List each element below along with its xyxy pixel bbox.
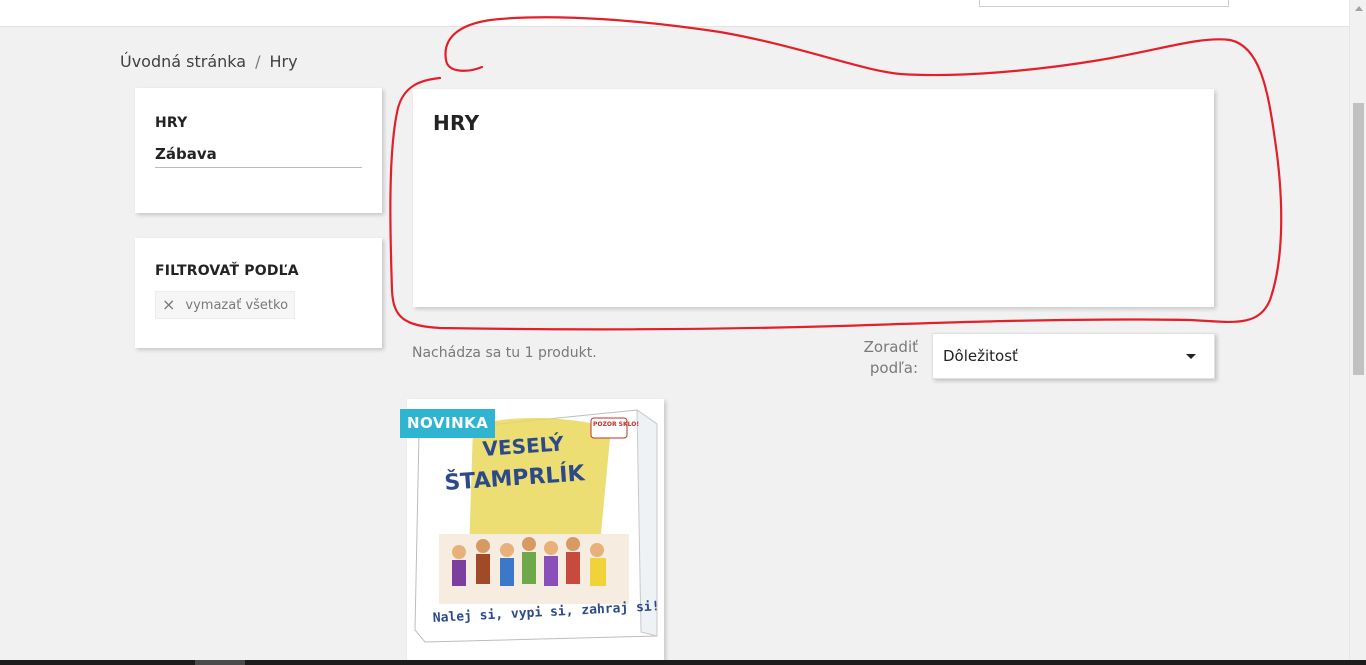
search-input[interactable]: [979, 0, 1229, 7]
scroll-up-icon[interactable]: [1355, 6, 1363, 11]
category-block: HRY Zábava: [135, 88, 382, 213]
chevron-down-icon: [1186, 353, 1196, 359]
new-badge: NOVINKA: [400, 409, 496, 438]
sort-label: Zoradiť podľa:: [863, 338, 918, 377]
product-image[interactable]: VESELÝ ŠTAMPRLÍK POZOR SKLO! Nalej si, v…: [411, 404, 661, 644]
taskbar-item[interactable]: [195, 660, 245, 665]
clear-all-filters-button[interactable]: × vymazať všetko: [155, 291, 296, 319]
breadcrumb: Úvodná stránka / Hry: [120, 52, 298, 71]
product-card[interactable]: VESELÝ ŠTAMPRLÍK POZOR SKLO! Nalej si, v…: [407, 399, 664, 665]
filter-title: FILTROVAŤ PODĽA: [155, 263, 299, 279]
page-title: HRY: [433, 111, 480, 135]
box-sticker: POZOR SKLO!: [593, 421, 639, 428]
top-header: [0, 0, 1349, 27]
category-title: HRY: [155, 115, 188, 131]
taskbar: [0, 660, 1366, 665]
vertical-scrollbar[interactable]: [1349, 0, 1366, 665]
product-count: Nachádza sa tu 1 produkt.: [412, 345, 597, 361]
close-icon: ×: [162, 295, 176, 314]
scrollbar-thumb[interactable]: [1353, 103, 1364, 375]
breadcrumb-separator: /: [255, 52, 261, 71]
subcategory-link[interactable]: Zábava: [155, 145, 362, 168]
clear-all-label: vymazať všetko: [185, 297, 289, 313]
breadcrumb-current[interactable]: Hry: [269, 52, 297, 71]
sort-selected-value: Dôležitosť: [943, 347, 1018, 365]
category-header: HRY: [413, 89, 1214, 307]
filter-block: FILTROVAŤ PODĽA × vymazať všetko: [135, 238, 382, 348]
sort-select[interactable]: Dôležitosť: [932, 333, 1215, 379]
breadcrumb-home[interactable]: Úvodná stránka: [120, 52, 246, 71]
